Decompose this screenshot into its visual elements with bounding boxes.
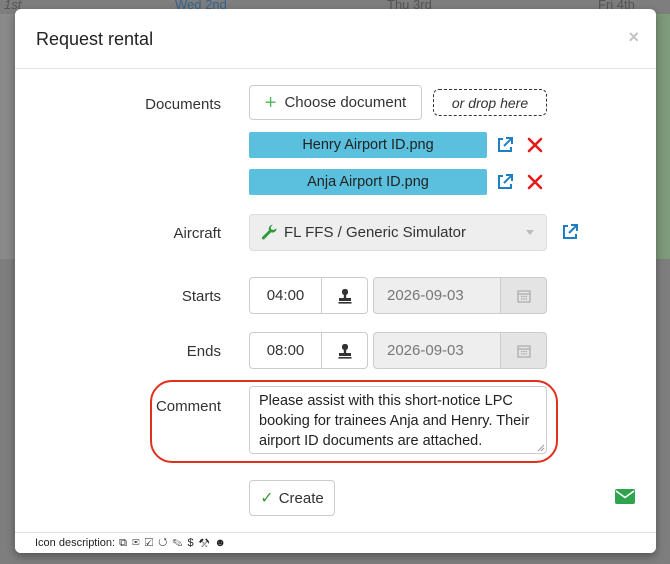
start-date-input[interactable]: 2026-09-03 — [373, 277, 501, 314]
signature-icon: ✎ — [172, 536, 184, 549]
document-chip-anja[interactable]: Anja Airport ID.png — [249, 169, 487, 195]
check-icon: ✓ — [260, 490, 274, 507]
create-button[interactable]: ✓ Create — [249, 480, 335, 516]
comment-textarea[interactable] — [249, 386, 547, 454]
close-button[interactable]: × — [628, 27, 639, 48]
plus-icon: + — [264, 91, 277, 114]
delete-icon[interactable] — [527, 137, 543, 153]
history-icon: ↺ — [158, 536, 169, 549]
calendar-strip-right — [656, 14, 670, 259]
modal-title: Request rental — [36, 29, 154, 49]
delete-icon[interactable] — [527, 174, 543, 190]
document-chip-henry[interactable]: Henry Airport ID.png — [249, 132, 487, 158]
aircraft-select[interactable]: FL FFS / Generic Simulator — [249, 214, 547, 251]
end-instructor-button[interactable] — [321, 332, 368, 369]
icon-description-label: Icon description: — [35, 537, 116, 549]
drop-zone[interactable]: or drop here — [433, 89, 547, 116]
ends-label: Ends — [186, 343, 221, 360]
end-date-input[interactable]: 2026-09-03 — [373, 332, 501, 369]
envelope-icon[interactable] — [615, 489, 635, 504]
copy-icon: ⧉ — [119, 536, 128, 549]
calendar-icon — [516, 344, 531, 358]
external-link-icon[interactable] — [496, 136, 514, 154]
external-link-icon[interactable] — [561, 223, 579, 241]
chevron-down-icon — [526, 230, 534, 235]
comment-label: Comment — [155, 398, 221, 415]
modal-header: Request rental × — [15, 9, 656, 69]
dollar-icon: $ — [187, 536, 195, 549]
end-time-input[interactable]: 08:00 — [249, 332, 322, 369]
wrench-icon: ⚒ — [198, 536, 211, 549]
stamp-icon — [338, 343, 351, 359]
request-rental-modal: Request rental × Documents + Choose docu… — [15, 9, 656, 553]
checkbox-icon: ☑ — [144, 536, 154, 549]
resize-grip-icon[interactable] — [537, 444, 545, 452]
wrench-icon — [261, 224, 277, 239]
start-calendar-button[interactable] — [500, 277, 547, 314]
create-label: Create — [278, 489, 324, 507]
choose-document-label: Choose document — [284, 94, 407, 111]
starts-label: Starts — [181, 288, 221, 305]
mail-icon: ✉ — [132, 536, 141, 549]
aircraft-label: Aircraft — [173, 225, 221, 242]
choose-document-button[interactable]: + Choose document — [249, 85, 422, 120]
aircraft-selected: FL FFS / Generic Simulator — [284, 224, 466, 241]
instructor-icon: ☻ — [214, 536, 227, 549]
start-instructor-button[interactable] — [321, 277, 368, 314]
icon-description-footer: Icon description: ⧉ ✉ ☑ ↺ ✎ $ ⚒ ☻ — [15, 532, 656, 553]
calendar-icon — [516, 289, 531, 303]
icon-legend: ⧉ ✉ ☑ ↺ ✎ $ ⚒ ☻ — [119, 537, 227, 550]
documents-label: Documents — [145, 96, 221, 113]
external-link-icon[interactable] — [496, 173, 514, 191]
stamp-icon — [338, 288, 351, 304]
start-time-input[interactable]: 04:00 — [249, 277, 322, 314]
end-calendar-button[interactable] — [500, 332, 547, 369]
